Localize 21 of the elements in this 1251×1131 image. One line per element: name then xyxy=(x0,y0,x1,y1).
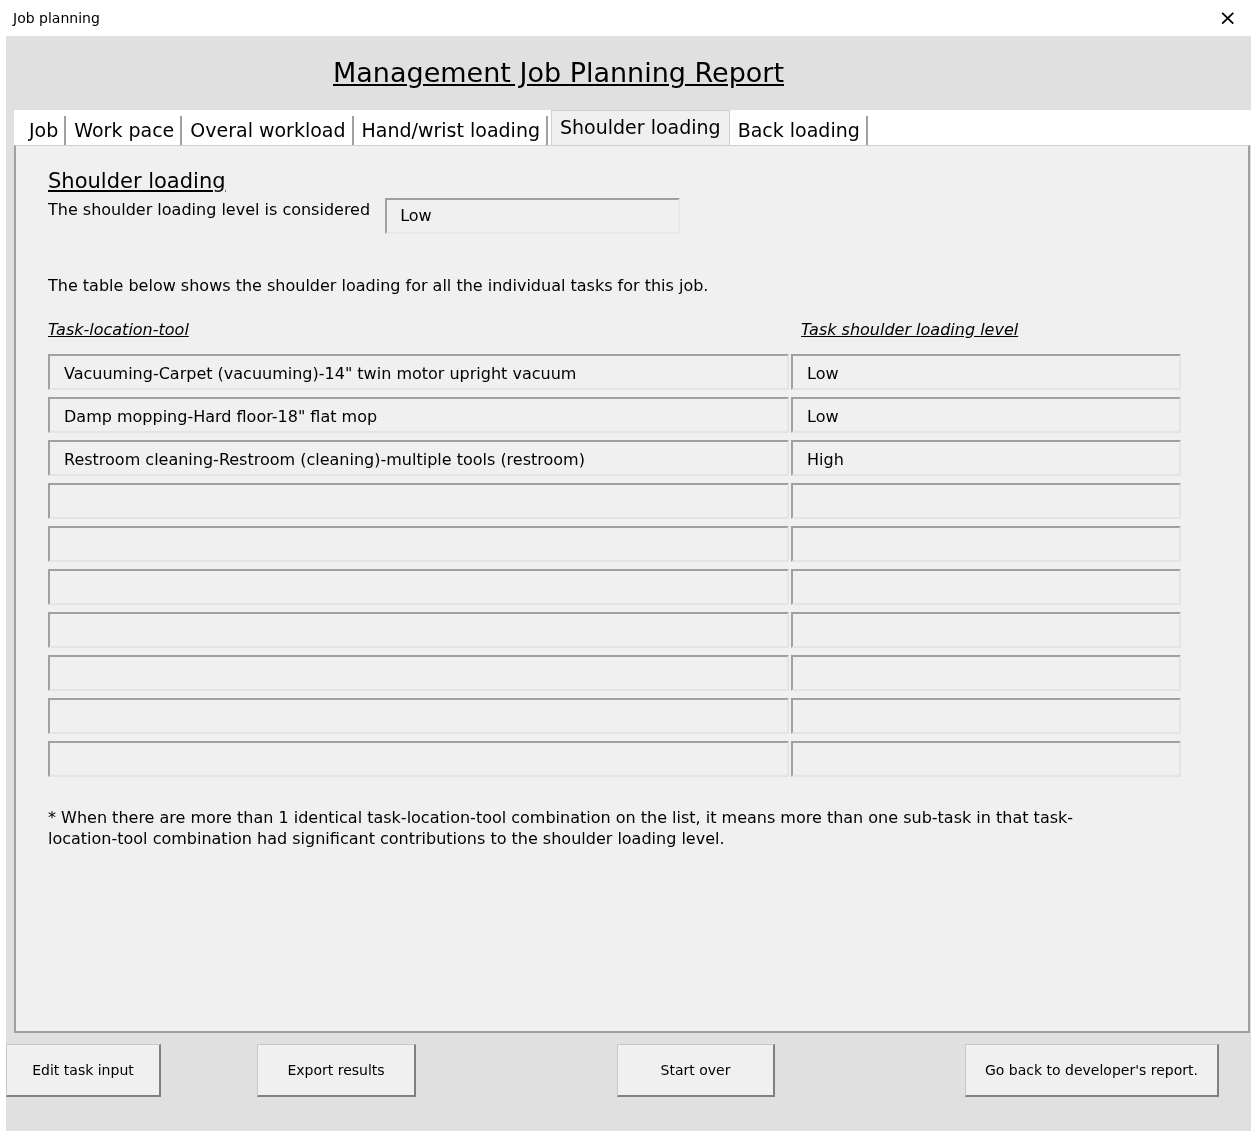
action-button[interactable]: Edit task input xyxy=(6,1044,161,1097)
level-label: The shoulder loading level is considered xyxy=(48,198,371,221)
window-title: Job planning xyxy=(13,8,100,28)
action-button[interactable]: Go back to developer's report. xyxy=(965,1044,1219,1097)
tab[interactable]: Shoulder loading xyxy=(551,110,730,146)
action-button[interactable]: Export results xyxy=(257,1044,416,1097)
task-cell: Vacuuming-Carpet (vacuuming)-14" twin motor upright vacuum xyxy=(48,353,789,390)
footnote-text: * When there are more than 1 identical task-location-tool combination on the list, it means more than one sub-task in that task-location-tool combination had significant contributions to the shoulder loading level. xyxy=(48,806,1075,849)
close-button[interactable]: × xyxy=(1214,7,1241,29)
level-cell: Low xyxy=(791,353,1181,390)
report-title: Management Job Planning Report xyxy=(333,55,785,90)
level-cell: High xyxy=(791,439,1181,476)
task-cell: Restroom cleaning-Restroom (cleaning)-multiple tools (restroom) xyxy=(48,439,789,476)
section-heading: Shoulder loading xyxy=(48,168,226,195)
action-button[interactable]: Start over xyxy=(617,1044,775,1097)
intro-text: The table below shows the shoulder loading for all the individual tasks for this job. xyxy=(48,274,709,297)
column-header: Task-location-tool xyxy=(48,319,189,339)
level-cell: Low xyxy=(791,396,1181,433)
level-field[interactable]: Low xyxy=(385,197,681,234)
column-header: Task shoulder loading level xyxy=(801,319,1019,339)
task-cell: Damp mopping-Hard floor-18" flat mop xyxy=(48,396,789,433)
